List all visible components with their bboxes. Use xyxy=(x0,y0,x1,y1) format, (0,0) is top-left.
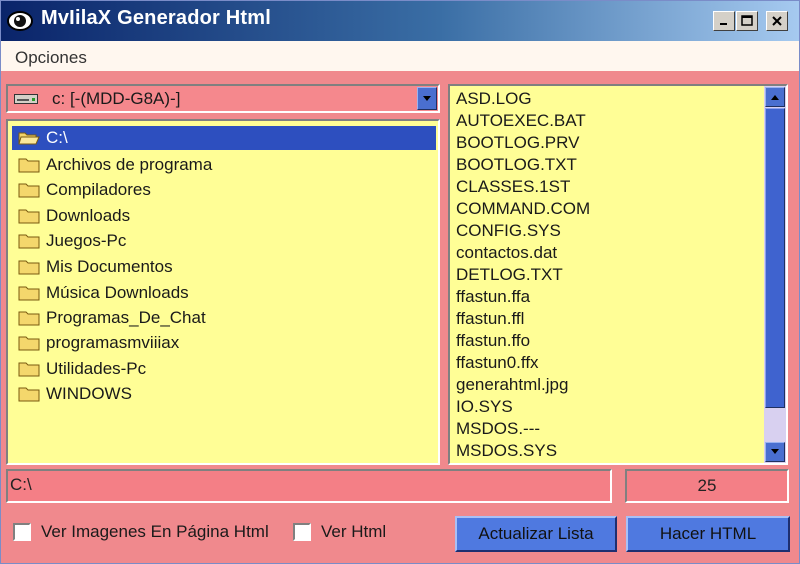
directory-root-label: C:\ xyxy=(46,128,68,147)
file-item[interactable]: generahtml.jpg xyxy=(456,374,568,396)
folder-icon xyxy=(18,362,40,377)
directory-label: Utilidades-Pc xyxy=(46,359,147,378)
file-item[interactable]: ffastun.ffl xyxy=(456,308,524,330)
drive-icon xyxy=(14,94,38,104)
directory-item[interactable]: Mis Documentos xyxy=(18,255,173,279)
folder-icon xyxy=(18,311,40,326)
eye-icon xyxy=(7,11,33,31)
file-item[interactable]: ffastun.ffo xyxy=(456,330,530,352)
folder-icon xyxy=(18,387,40,402)
directory-label: WINDOWS xyxy=(46,384,132,403)
file-item[interactable]: BOOTLOG.PRV xyxy=(456,132,579,154)
chevron-down-icon xyxy=(771,449,779,454)
app-window: MvIilaX Generador Html Opciones c: [-(MD… xyxy=(0,0,800,564)
file-item[interactable]: CONFIG.SYS xyxy=(456,220,561,242)
folder-icon xyxy=(18,286,40,301)
actualizar-lista-button[interactable]: Actualizar Lista xyxy=(455,516,617,552)
directory-item[interactable]: Programas_De_Chat xyxy=(18,306,206,330)
file-list[interactable]: ASD.LOG AUTOEXEC.BAT BOOTLOG.PRV BOOTLOG… xyxy=(448,84,788,465)
close-button[interactable] xyxy=(766,11,788,31)
directory-item[interactable]: Utilidades-Pc xyxy=(18,357,146,381)
chevron-up-icon xyxy=(771,95,779,100)
minimize-button[interactable] xyxy=(713,11,735,31)
directory-item[interactable]: Archivos de programa xyxy=(18,153,212,177)
directory-label: Compiladores xyxy=(46,180,151,199)
ver-imagenes-checkbox[interactable] xyxy=(13,523,31,541)
folder-icon xyxy=(18,209,40,224)
directory-label: Mis Documentos xyxy=(46,257,173,276)
file-count-field: 25 xyxy=(625,469,789,503)
chevron-down-icon xyxy=(423,95,431,101)
folder-icon xyxy=(18,183,40,198)
file-item[interactable]: ASD.LOG xyxy=(456,88,532,110)
folder-icon xyxy=(18,234,40,249)
directory-item[interactable]: Música Downloads xyxy=(18,281,189,305)
directory-root-item[interactable]: C:\ xyxy=(12,126,436,150)
drive-selector[interactable]: c: [-(MDD-G8A)-] xyxy=(6,84,440,113)
folder-icon xyxy=(18,260,40,275)
scroll-thumb[interactable] xyxy=(765,108,785,408)
file-item[interactable]: MSDOS.SYS xyxy=(456,440,557,462)
file-item[interactable]: IO.SYS xyxy=(456,396,513,418)
directory-label: Programas_De_Chat xyxy=(46,308,206,327)
directory-label: Archivos de programa xyxy=(46,155,213,174)
window-title: MvIilaX Generador Html xyxy=(41,7,272,29)
drive-dropdown-button[interactable] xyxy=(417,87,437,110)
directory-item[interactable]: Juegos-Pc xyxy=(18,229,126,253)
directory-label: Downloads xyxy=(46,206,131,225)
file-item[interactable]: MSDOS.--- xyxy=(456,418,540,440)
directory-item[interactable]: WINDOWS xyxy=(18,382,132,406)
directory-list[interactable]: C:\ Archivos de programa Compiladores Do… xyxy=(6,119,440,465)
open-folder-icon xyxy=(18,132,40,145)
ver-imagenes-label[interactable]: Ver Imagenes En Página Html xyxy=(41,522,269,542)
actualizar-lista-label: Actualizar Lista xyxy=(478,524,594,543)
drive-label: c: [-(MDD-G8A)-] xyxy=(52,89,181,108)
directory-item[interactable]: programasmviiiax xyxy=(18,331,179,355)
hacer-html-label: Hacer HTML xyxy=(659,524,757,543)
folder-icon xyxy=(18,158,40,173)
ver-html-checkbox[interactable] xyxy=(293,523,311,541)
file-item[interactable]: ffastun.ffa xyxy=(456,286,530,308)
directory-label: Juegos-Pc xyxy=(46,231,127,250)
close-icon xyxy=(772,16,782,26)
minimize-icon xyxy=(720,23,727,25)
file-item[interactable]: DETLOG.TXT xyxy=(456,264,563,286)
scroll-down-button[interactable] xyxy=(765,442,785,462)
file-count-text: 25 xyxy=(697,476,717,495)
file-list-scrollbar[interactable] xyxy=(764,86,786,463)
file-item[interactable]: AUTOEXEC.BAT xyxy=(456,110,586,132)
directory-item[interactable]: Compiladores xyxy=(18,178,151,202)
file-item[interactable]: CLASSES.1ST xyxy=(456,176,570,198)
file-item[interactable]: contactos.dat xyxy=(456,242,557,264)
directory-label: Música Downloads xyxy=(46,283,189,302)
current-path-field: C:\ xyxy=(6,469,612,503)
maximize-icon xyxy=(741,15,753,26)
ver-html-label[interactable]: Ver Html xyxy=(321,522,386,542)
scroll-up-button[interactable] xyxy=(765,87,785,107)
maximize-button[interactable] xyxy=(736,11,758,31)
menu-bar: Opciones xyxy=(1,41,799,71)
file-item[interactable]: BOOTLOG.TXT xyxy=(456,154,577,176)
folder-icon xyxy=(18,336,40,351)
title-bar[interactable]: MvIilaX Generador Html xyxy=(1,1,799,41)
current-path-text: C:\ xyxy=(10,475,32,494)
menu-opciones[interactable]: Opciones xyxy=(15,48,87,68)
directory-item[interactable]: Downloads xyxy=(18,204,130,228)
file-item[interactable]: ffastun0.ffx xyxy=(456,352,539,374)
file-item[interactable]: COMMAND.COM xyxy=(456,198,590,220)
directory-label: programasmviiiax xyxy=(46,333,180,352)
hacer-html-button[interactable]: Hacer HTML xyxy=(626,516,790,552)
